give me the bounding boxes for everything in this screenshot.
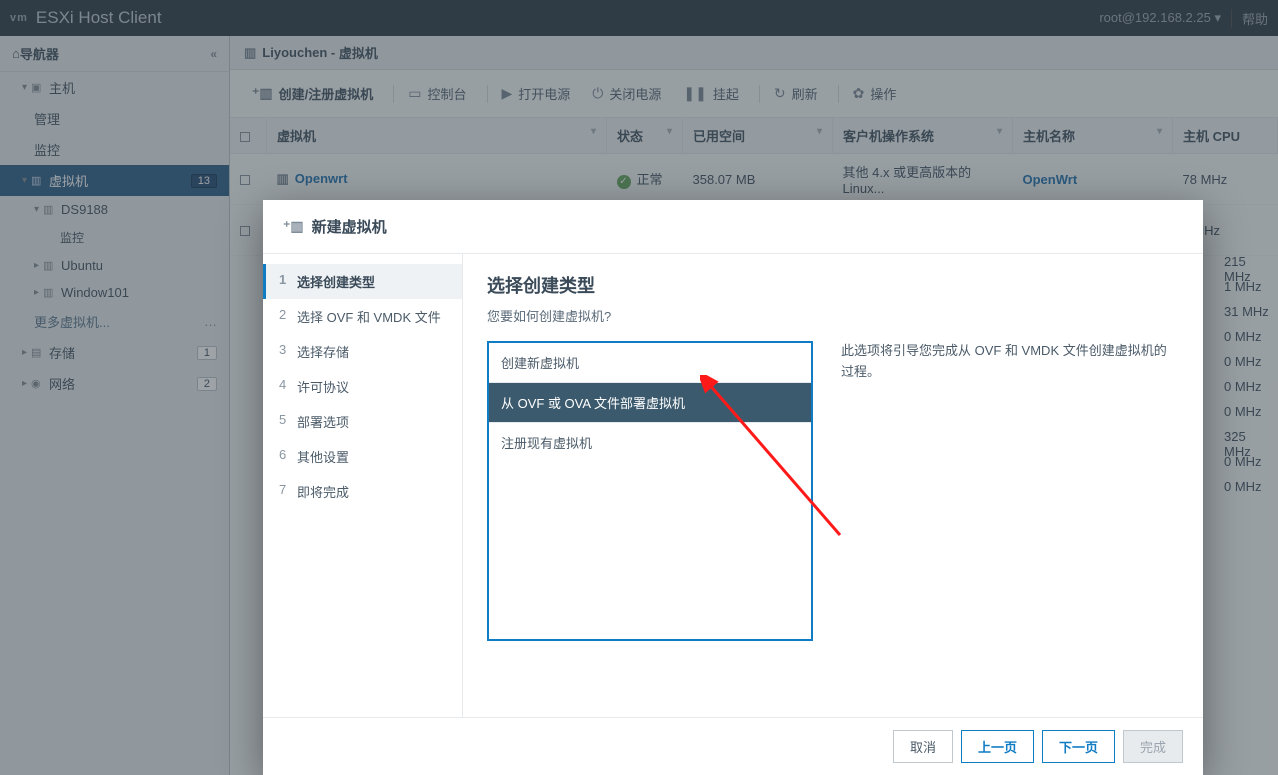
wizard-step-4[interactable]: 4许可协议 bbox=[263, 369, 462, 404]
modal-footer: 取消 上一页 下一页 完成 bbox=[263, 717, 1203, 775]
cancel-button[interactable]: 取消 bbox=[893, 730, 953, 763]
wizard-step-7[interactable]: 7即将完成 bbox=[263, 474, 462, 509]
create-type-options: 创建新虚拟机从 OVF 或 OVA 文件部署虚拟机注册现有虚拟机 bbox=[487, 341, 813, 641]
wizard-pane: 选择创建类型 您要如何创建虚拟机? 创建新虚拟机从 OVF 或 OVA 文件部署… bbox=[463, 254, 1203, 717]
wizard-step-1[interactable]: 1选择创建类型 bbox=[263, 264, 462, 299]
wizard-step-3[interactable]: 3选择存储 bbox=[263, 334, 462, 369]
create-option-0[interactable]: 创建新虚拟机 bbox=[489, 343, 811, 383]
new-vm-modal: ⁺▥ 新建虚拟机 1选择创建类型2选择 OVF 和 VMDK 文件3选择存储4许… bbox=[263, 200, 1203, 775]
create-option-2[interactable]: 注册现有虚拟机 bbox=[489, 423, 811, 462]
finish-button: 完成 bbox=[1123, 730, 1183, 763]
pane-subtitle: 您要如何创建虚拟机? bbox=[487, 306, 1179, 325]
option-description: 此选项将引导您完成从 OVF 和 VMDK 文件创建虚拟机的过程。 bbox=[841, 341, 1179, 383]
plus-vm-icon: ⁺▥ bbox=[283, 218, 304, 235]
back-button[interactable]: 上一页 bbox=[961, 730, 1034, 763]
create-option-1[interactable]: 从 OVF 或 OVA 文件部署虚拟机 bbox=[489, 383, 811, 423]
wizard-step-6[interactable]: 6其他设置 bbox=[263, 439, 462, 474]
wizard-nav: 1选择创建类型2选择 OVF 和 VMDK 文件3选择存储4许可协议5部署选项6… bbox=[263, 254, 463, 717]
next-button[interactable]: 下一页 bbox=[1042, 730, 1115, 763]
pane-title: 选择创建类型 bbox=[487, 272, 1179, 298]
wizard-step-5[interactable]: 5部署选项 bbox=[263, 404, 462, 439]
wizard-step-2[interactable]: 2选择 OVF 和 VMDK 文件 bbox=[263, 299, 462, 334]
modal-title: ⁺▥ 新建虚拟机 bbox=[263, 200, 1203, 254]
